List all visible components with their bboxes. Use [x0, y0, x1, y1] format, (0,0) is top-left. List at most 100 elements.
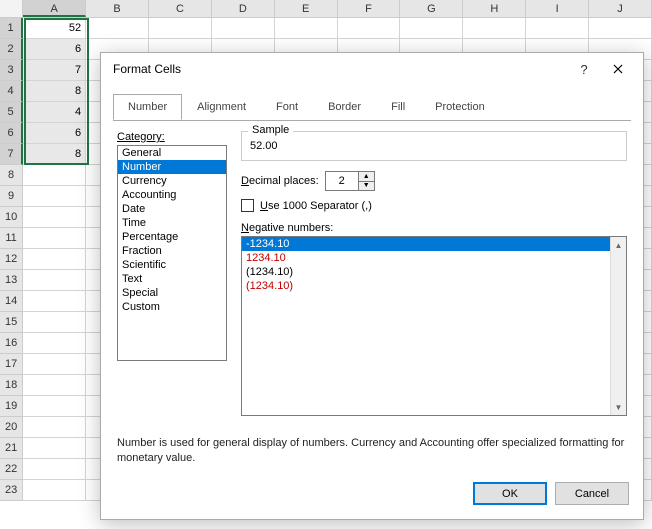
row-header-5[interactable]: 5 [0, 102, 23, 123]
cell-J1[interactable] [589, 18, 652, 39]
cell-A7[interactable]: 8 [23, 144, 86, 165]
cell-A21[interactable] [23, 438, 86, 459]
row-header-11[interactable]: 11 [0, 228, 23, 249]
row-header-18[interactable]: 18 [0, 375, 23, 396]
tab-alignment[interactable]: Alignment [182, 94, 261, 120]
cell-A9[interactable] [23, 186, 86, 207]
row-header-6[interactable]: 6 [0, 123, 23, 144]
row-header-22[interactable]: 22 [0, 459, 23, 480]
row-header-17[interactable]: 17 [0, 354, 23, 375]
category-item-currency[interactable]: Currency [118, 174, 226, 188]
cell-A15[interactable] [23, 312, 86, 333]
scroll-down-icon[interactable]: ▼ [611, 399, 626, 415]
row-header-4[interactable]: 4 [0, 81, 23, 102]
column-header-J[interactable]: J [589, 0, 652, 17]
cell-A5[interactable]: 4 [23, 102, 86, 123]
row-header-12[interactable]: 12 [0, 249, 23, 270]
category-item-scientific[interactable]: Scientific [118, 258, 226, 272]
row-header-21[interactable]: 21 [0, 438, 23, 459]
tab-border[interactable]: Border [313, 94, 376, 120]
column-header-D[interactable]: D [212, 0, 275, 17]
select-all-corner[interactable] [0, 0, 23, 17]
scroll-up-icon[interactable]: ▲ [611, 237, 626, 253]
category-item-accounting[interactable]: Accounting [118, 188, 226, 202]
cell-A16[interactable] [23, 333, 86, 354]
cell-A10[interactable] [23, 207, 86, 228]
row-header-2[interactable]: 2 [0, 39, 23, 60]
row-header-15[interactable]: 15 [0, 312, 23, 333]
cell-D1[interactable] [212, 18, 275, 39]
tab-protection[interactable]: Protection [420, 94, 500, 120]
ok-button[interactable]: OK [473, 482, 547, 505]
negative-option-3[interactable]: (1234.10) [242, 279, 610, 293]
cell-G1[interactable] [400, 18, 463, 39]
spinner-down[interactable]: ▼ [359, 182, 374, 191]
cell-A11[interactable] [23, 228, 86, 249]
column-header-F[interactable]: F [338, 0, 401, 17]
column-header-H[interactable]: H [463, 0, 526, 17]
cell-C1[interactable] [149, 18, 212, 39]
cell-A1[interactable]: 52 [23, 18, 86, 39]
cell-A8[interactable] [23, 165, 86, 186]
cell-B1[interactable] [86, 18, 149, 39]
category-item-time[interactable]: Time [118, 216, 226, 230]
row-header-23[interactable]: 23 [0, 480, 23, 501]
column-header-E[interactable]: E [275, 0, 338, 17]
row-header-1[interactable]: 1 [0, 18, 23, 39]
tab-fill[interactable]: Fill [376, 94, 420, 120]
column-header-C[interactable]: C [149, 0, 212, 17]
category-item-text[interactable]: Text [118, 272, 226, 286]
column-header-I[interactable]: I [526, 0, 589, 17]
category-item-number[interactable]: Number [118, 160, 226, 174]
category-item-custom[interactable]: Custom [118, 300, 226, 314]
column-header-G[interactable]: G [400, 0, 463, 17]
cell-H1[interactable] [463, 18, 526, 39]
negative-option-1[interactable]: 1234.10 [242, 251, 610, 265]
help-button[interactable]: ? [567, 56, 601, 82]
column-header-A[interactable]: A [23, 0, 86, 17]
row-header-9[interactable]: 9 [0, 186, 23, 207]
row-header-13[interactable]: 13 [0, 270, 23, 291]
cell-A23[interactable] [23, 480, 86, 501]
cell-A12[interactable] [23, 249, 86, 270]
decimal-places-input[interactable] [326, 172, 358, 190]
cell-F1[interactable] [338, 18, 401, 39]
decimal-places-spinner[interactable]: ▲ ▼ [325, 171, 375, 191]
cell-A17[interactable] [23, 354, 86, 375]
cell-E1[interactable] [275, 18, 338, 39]
negative-option-2[interactable]: (1234.10) [242, 265, 610, 279]
row-header-3[interactable]: 3 [0, 60, 23, 81]
column-header-B[interactable]: B [86, 0, 149, 17]
cancel-button[interactable]: Cancel [555, 482, 629, 505]
category-list[interactable]: GeneralNumberCurrencyAccountingDateTimeP… [117, 145, 227, 361]
cell-A19[interactable] [23, 396, 86, 417]
close-button[interactable] [601, 56, 635, 82]
cell-A3[interactable]: 7 [23, 60, 86, 81]
category-item-date[interactable]: Date [118, 202, 226, 216]
spinner-up[interactable]: ▲ [359, 172, 374, 182]
cell-A6[interactable]: 6 [23, 123, 86, 144]
row-header-7[interactable]: 7 [0, 144, 23, 165]
cell-A14[interactable] [23, 291, 86, 312]
cell-A4[interactable]: 8 [23, 81, 86, 102]
row-header-20[interactable]: 20 [0, 417, 23, 438]
row-header-10[interactable]: 10 [0, 207, 23, 228]
cell-A18[interactable] [23, 375, 86, 396]
tab-number[interactable]: Number [113, 94, 182, 120]
cell-I1[interactable] [526, 18, 589, 39]
thousand-separator-checkbox[interactable] [241, 199, 254, 212]
scrollbar[interactable]: ▲ ▼ [610, 237, 626, 415]
tab-font[interactable]: Font [261, 94, 313, 120]
negative-option-0[interactable]: -1234.10 [242, 237, 610, 251]
category-item-special[interactable]: Special [118, 286, 226, 300]
cell-A20[interactable] [23, 417, 86, 438]
row-header-16[interactable]: 16 [0, 333, 23, 354]
row-header-14[interactable]: 14 [0, 291, 23, 312]
category-item-percentage[interactable]: Percentage [118, 230, 226, 244]
negative-numbers-list[interactable]: -1234.101234.10(1234.10)(1234.10) ▲ ▼ [241, 236, 627, 416]
category-item-general[interactable]: General [118, 146, 226, 160]
cell-A2[interactable]: 6 [23, 39, 86, 60]
cell-A22[interactable] [23, 459, 86, 480]
row-header-8[interactable]: 8 [0, 165, 23, 186]
category-item-fraction[interactable]: Fraction [118, 244, 226, 258]
